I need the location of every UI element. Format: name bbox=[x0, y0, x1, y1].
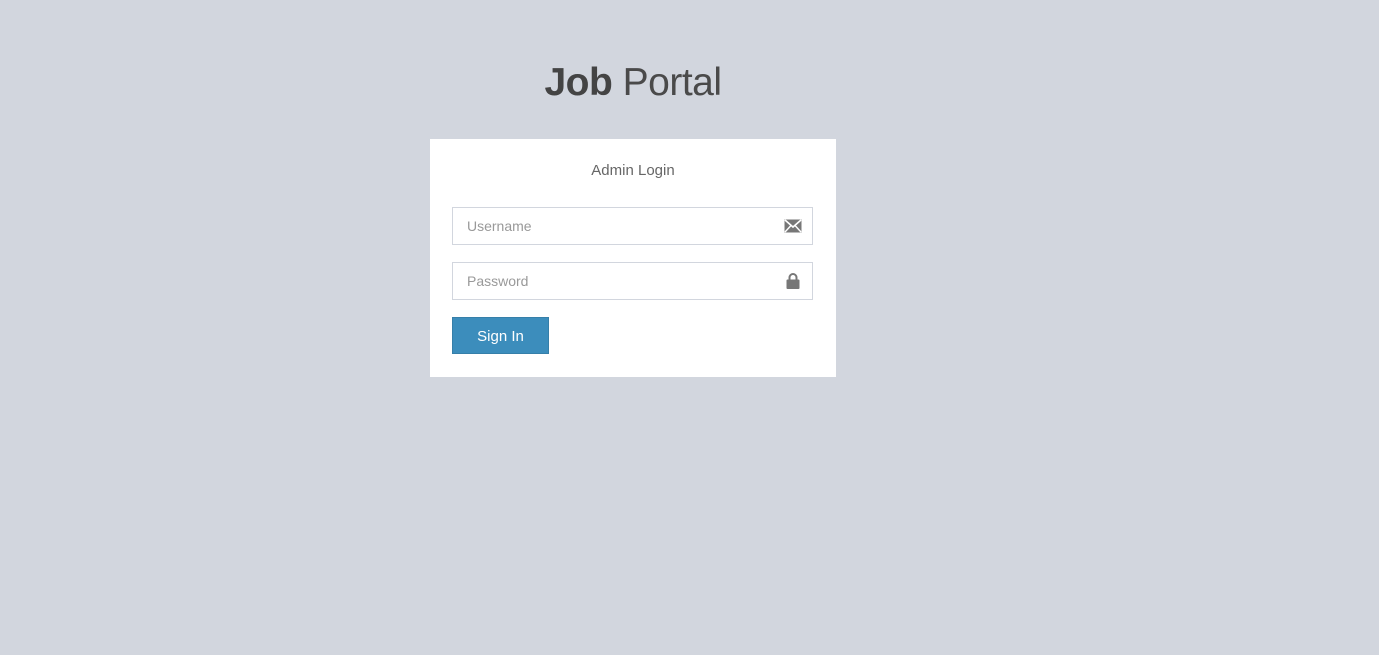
password-input[interactable] bbox=[453, 263, 773, 299]
lock-icon bbox=[784, 272, 802, 290]
username-input[interactable] bbox=[453, 208, 773, 244]
logo-bold-text: Job bbox=[544, 61, 613, 104]
login-page: Job Portal Admin Login Username Sign In bbox=[0, 0, 1379, 655]
username-field[interactable] bbox=[452, 207, 813, 245]
login-box-message: Admin Login bbox=[591, 162, 675, 179]
logo-light-text: Portal bbox=[612, 61, 722, 104]
password-field[interactable] bbox=[452, 262, 813, 300]
app-logo: Job Portal bbox=[430, 58, 836, 108]
login-box: Admin Login Sign In bbox=[430, 139, 836, 377]
sign-in-button[interactable]: Sign In bbox=[452, 317, 549, 354]
envelope-icon bbox=[784, 217, 802, 235]
